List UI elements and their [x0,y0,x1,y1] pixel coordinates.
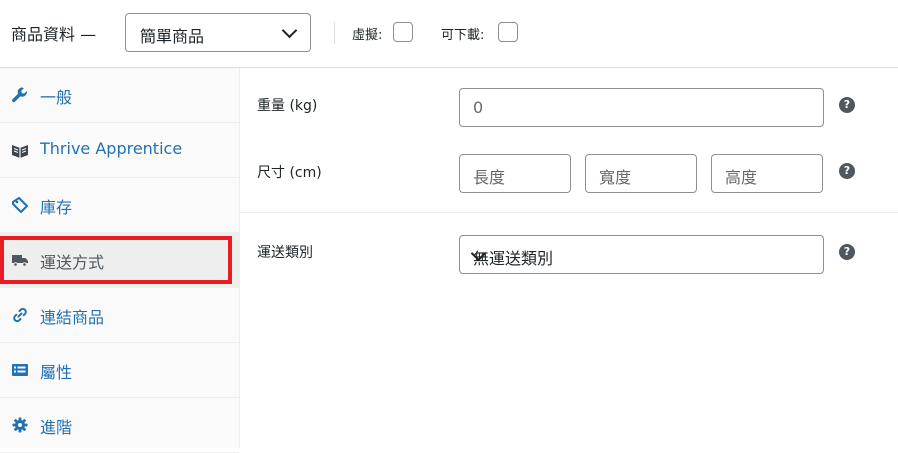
tab-label: 一般 [40,88,73,107]
help-icon[interactable]: ? [839,163,855,179]
help-icon[interactable]: ? [839,244,855,260]
length-input[interactable]: 長度 [459,154,571,193]
shipping-class-value: 無運送類別 [473,249,554,268]
help-icon[interactable]: ? [839,97,855,113]
virtual-checkbox[interactable] [393,22,413,42]
weight-placeholder: 0 [473,98,484,117]
tab-label: Thrive Apprentice [40,139,183,158]
wrench-icon [12,87,27,103]
tag-icon [12,197,28,213]
tab-thrive-apprentice[interactable]: Thrive Apprentice [0,123,239,178]
width-input[interactable]: 寬度 [585,154,697,193]
chevron-down-icon [281,22,298,39]
shipping-class-label: 運送類別 [257,245,313,261]
product-data-title: 商品資料 — [11,25,97,44]
weight-input[interactable]: 0 [459,88,824,127]
downloadable-checkbox[interactable] [498,22,518,42]
product-type-select[interactable]: 簡單商品 [125,13,311,52]
height-placeholder: 高度 [725,168,758,187]
weight-label: 重量 (kg) [257,98,318,114]
tab-label: 連結商品 [40,308,105,327]
shipping-class-select[interactable]: 無運送類別 [459,235,824,274]
length-placeholder: 長度 [473,168,506,187]
truck-icon [12,255,28,267]
product-data-tabs: 一般 Thrive Apprentice 庫存 運送方式 連結商品 屬性 進階 [0,68,240,453]
virtual-label: 虛擬: [352,28,383,43]
tab-label: 屬性 [40,363,73,382]
downloadable-label: 可下載: [441,28,485,43]
tab-label: 運送方式 [40,253,105,272]
list-icon [12,364,28,376]
section-divider [240,212,898,213]
tab-advanced[interactable]: 進階 [0,398,239,453]
tab-inventory[interactable]: 庫存 [0,178,239,233]
tab-label: 庫存 [40,198,73,217]
tab-label: 進階 [40,418,73,437]
tab-linked-products[interactable]: 連結商品 [0,288,239,343]
height-input[interactable]: 高度 [711,154,823,193]
link-icon [13,307,27,323]
book-icon [12,145,28,158]
product-type-value: 簡單商品 [140,27,205,46]
product-data-header: 商品資料 — 簡單商品 虛擬: 可下載: [0,0,898,68]
width-placeholder: 寬度 [599,168,632,187]
tab-shipping[interactable]: 運送方式 [0,233,239,288]
gear-icon [12,417,28,433]
shipping-panel: 重量 (kg) 0 ? 尺寸 (cm) 長度 寬度 高度 ? 運送類別 無運送類… [240,68,898,448]
tab-general[interactable]: 一般 [0,68,239,123]
dimensions-label: 尺寸 (cm) [257,165,322,181]
header-divider [334,22,335,44]
tab-attributes[interactable]: 屬性 [0,343,239,398]
